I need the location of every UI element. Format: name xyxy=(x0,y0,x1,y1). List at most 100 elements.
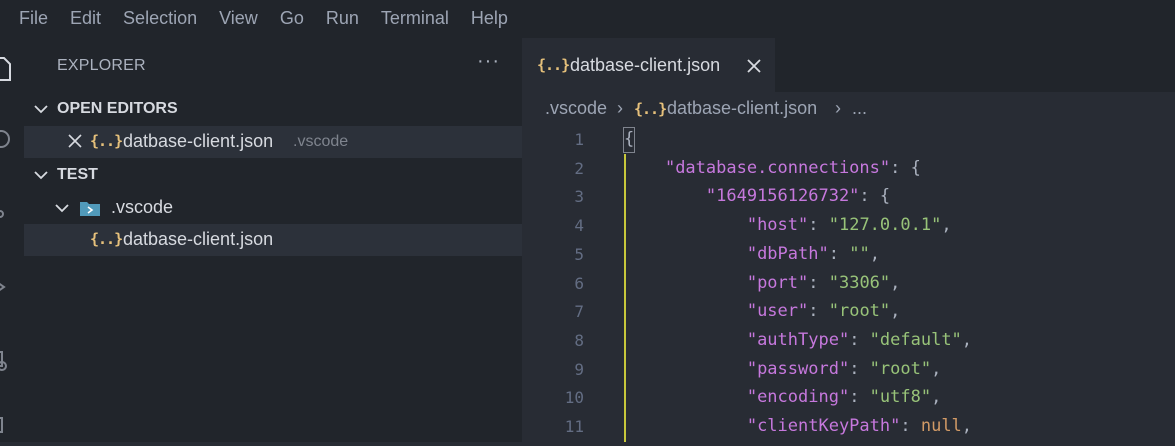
token-key: "host" xyxy=(746,215,809,236)
workspace-section-header[interactable]: TEST xyxy=(24,160,522,190)
code-line: 8 "authType": "default", xyxy=(522,327,1175,356)
files-icon[interactable] xyxy=(0,50,24,90)
token-punc xyxy=(624,359,747,379)
line-number: 1 xyxy=(574,130,584,149)
file-item[interactable]: {..} datbase-client.json xyxy=(24,224,522,256)
token-str: "3306" xyxy=(828,272,891,293)
code-line: 6 "port": "3306", xyxy=(522,270,1175,299)
breadcrumb-file[interactable]: datbase-client.json xyxy=(667,98,817,119)
code-line: 4 "host": "127.0.0.1", xyxy=(522,212,1175,241)
open-editor-folder: .vscode xyxy=(293,133,349,150)
open-editor-item[interactable]: {..} datbase-client.json .vscode xyxy=(24,126,522,158)
token-key: "port" xyxy=(746,272,809,293)
line-text: "host": "127.0.0.1", xyxy=(624,215,952,235)
token-punc: , xyxy=(941,215,952,236)
token-str: "127.0.0.1" xyxy=(828,215,942,236)
chevron-down-icon xyxy=(55,204,69,213)
token-str: "utf8" xyxy=(869,387,932,408)
line-number: 11 xyxy=(564,417,584,436)
code-line: 5 "dbPath": "", xyxy=(522,241,1175,270)
remote-icon[interactable] xyxy=(0,406,24,446)
chevron-right-icon: › xyxy=(617,98,623,118)
run-debug-icon[interactable] xyxy=(0,268,24,308)
line-text: "1649156126732": { xyxy=(624,186,890,206)
token-punc: : xyxy=(849,387,870,408)
token-punc xyxy=(624,186,706,206)
token-key: "1649156126732" xyxy=(705,186,860,207)
chevron-right-icon: › xyxy=(835,98,841,118)
menu-view[interactable]: View xyxy=(208,0,269,36)
token-punc: : xyxy=(849,329,870,350)
menu-go[interactable]: Go xyxy=(269,0,315,36)
line-number: 3 xyxy=(574,187,584,207)
token-key: "password" xyxy=(746,358,850,379)
menu-bar: File Edit Selection View Go Run Terminal… xyxy=(0,0,1175,36)
line-text: "authType": "default", xyxy=(624,330,972,350)
more-actions-icon[interactable]: ··· xyxy=(477,50,500,73)
token-str: "root" xyxy=(869,358,932,379)
token-str: "" xyxy=(849,243,870,264)
bracket-match-highlight xyxy=(623,127,635,153)
token-str: "root" xyxy=(828,301,891,322)
line-number: 7 xyxy=(574,302,584,322)
token-punc xyxy=(624,301,747,321)
open-editors-section-header[interactable]: OPEN EDITORS xyxy=(24,94,522,124)
token-punc xyxy=(624,330,747,350)
code-area[interactable]: 1{2 "database.connections": {3 "16491561… xyxy=(522,126,1175,442)
close-icon[interactable] xyxy=(67,133,83,149)
menu-selection[interactable]: Selection xyxy=(112,0,208,36)
token-punc: : xyxy=(900,416,921,436)
chevron-down-icon xyxy=(34,171,48,180)
token-punc: : xyxy=(849,358,870,379)
token-key: "clientKeyPath" xyxy=(746,416,901,436)
token-punc xyxy=(624,273,747,293)
breadcrumb: .vscode › {..} datbase-client.json › ... xyxy=(522,92,1175,126)
menu-help[interactable]: Help xyxy=(460,0,519,36)
file-name: datbase-client.json xyxy=(123,229,274,249)
search-icon[interactable] xyxy=(0,122,24,162)
json-file-icon: {..} xyxy=(537,56,570,74)
tab-bar: {..} datbase-client.json xyxy=(522,36,1175,92)
line-text: "clientKeyPath": null, xyxy=(624,416,972,436)
code-line: 3 "1649156126732": { xyxy=(522,183,1175,212)
folder-name: .vscode xyxy=(111,197,174,217)
code-line: 10 "encoding": "utf8", xyxy=(522,384,1175,413)
code-line: 7 "user": "root", xyxy=(522,298,1175,327)
token-punc: : { xyxy=(859,186,891,207)
source-control-icon[interactable] xyxy=(0,196,24,236)
bracket-guide xyxy=(624,154,626,442)
folder-item[interactable]: .vscode xyxy=(24,192,522,224)
token-punc: : { xyxy=(890,157,921,178)
extensions-icon[interactable] xyxy=(0,340,24,380)
open-editors-title: OPEN EDITORS xyxy=(57,100,178,117)
json-file-icon: {..} xyxy=(90,132,123,150)
menu-run[interactable]: Run xyxy=(315,0,370,36)
token-punc: , xyxy=(890,301,901,322)
tab-datbase-client-json[interactable]: {..} datbase-client.json xyxy=(522,38,775,92)
token-punc: , xyxy=(869,243,880,264)
close-icon[interactable] xyxy=(746,58,762,74)
token-punc: , xyxy=(931,387,942,408)
token-str: "default" xyxy=(869,329,962,350)
vscode-folder-icon xyxy=(80,202,100,216)
menu-terminal[interactable]: Terminal xyxy=(370,0,460,36)
token-punc: : xyxy=(808,301,829,322)
explorer-header: EXPLORER ··· xyxy=(24,36,522,96)
line-number: 5 xyxy=(574,244,584,264)
token-punc xyxy=(624,158,665,178)
explorer-sidebar: EXPLORER ··· OPEN EDITORS {..} datbase-c… xyxy=(24,36,522,442)
token-key: "user" xyxy=(746,301,809,322)
menu-edit[interactable]: Edit xyxy=(59,0,112,36)
menu-file[interactable]: File xyxy=(8,0,59,36)
json-file-icon: {..} xyxy=(90,230,123,248)
token-punc: , xyxy=(961,329,973,350)
code-line: 11 "clientKeyPath": null, xyxy=(522,413,1175,442)
line-text: "database.connections": { xyxy=(624,158,921,178)
token-punc: , xyxy=(890,272,901,293)
breadcrumb-folder[interactable]: .vscode xyxy=(545,98,607,119)
token-punc: : xyxy=(828,243,850,264)
line-text: "user": "root", xyxy=(624,301,901,322)
token-punc: , xyxy=(931,358,942,379)
token-punc xyxy=(624,416,747,436)
breadcrumb-symbol[interactable]: ... xyxy=(852,98,867,119)
